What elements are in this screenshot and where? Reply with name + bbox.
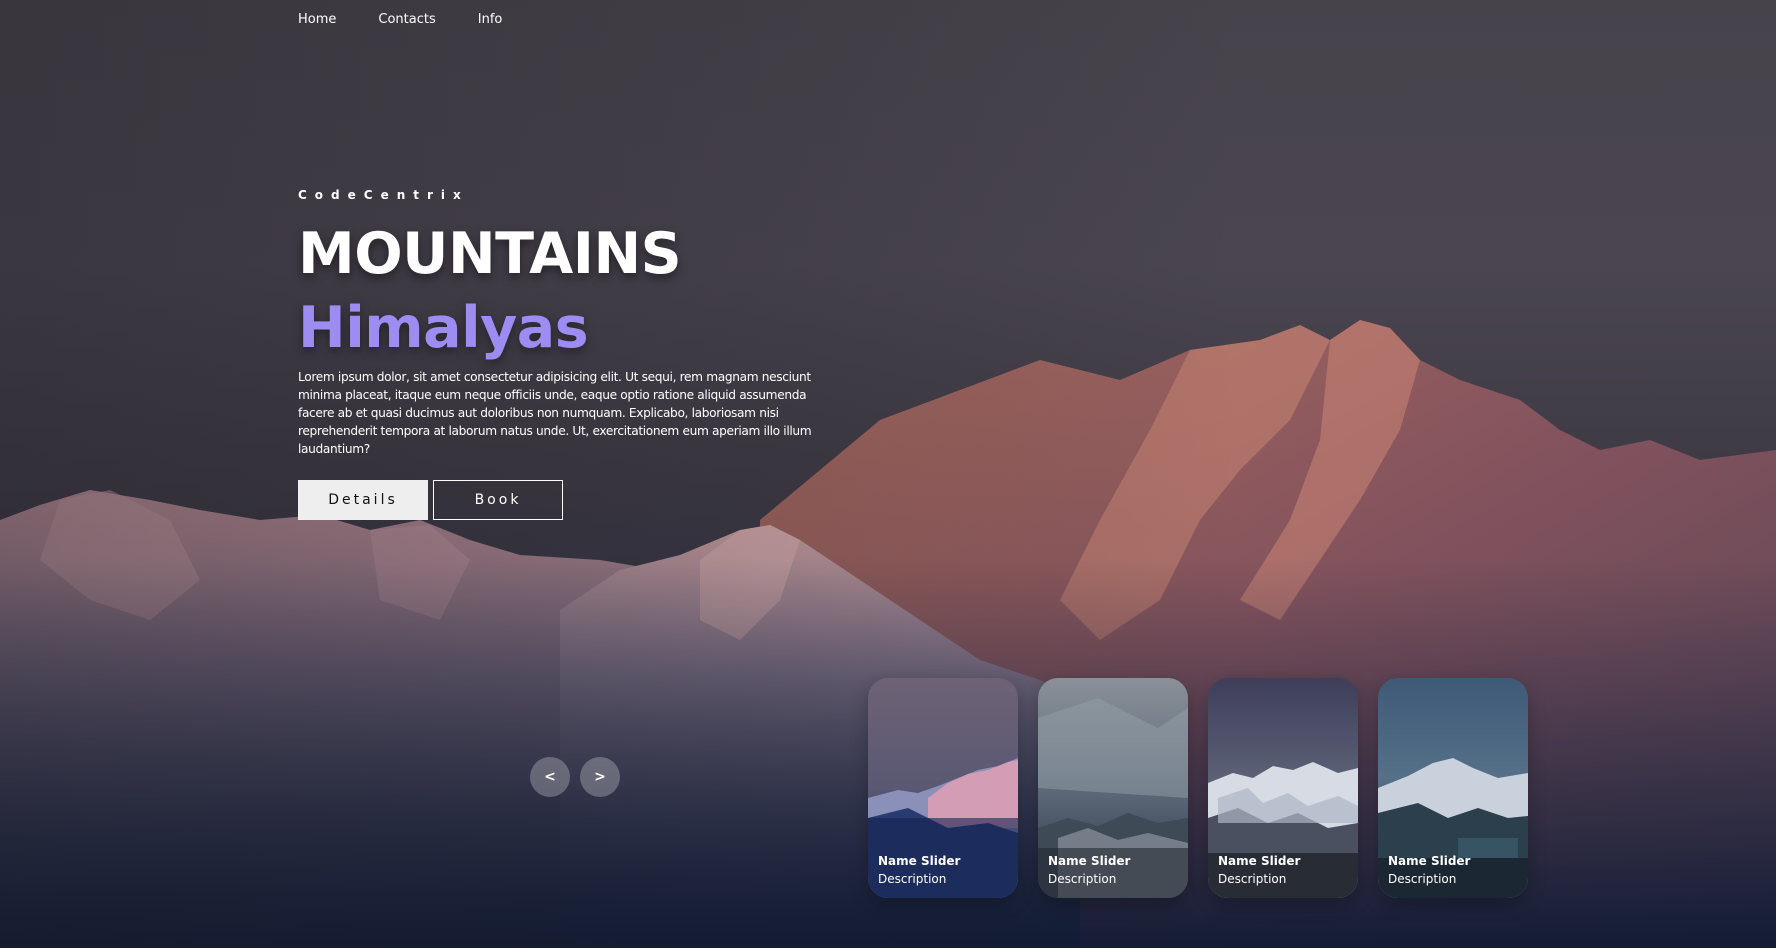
- thumbnail-caption: Name Slider Description: [1048, 853, 1130, 888]
- prev-button[interactable]: <: [530, 757, 570, 797]
- thumbnail-description: Description: [878, 872, 947, 886]
- slider-arrows: < >: [530, 757, 620, 797]
- next-button[interactable]: >: [580, 757, 620, 797]
- thumbnail-description: Description: [1218, 872, 1287, 886]
- thumbnail-caption: Name Slider Description: [1218, 853, 1300, 888]
- chevron-right-icon: >: [594, 769, 606, 785]
- thumbnail-title: Name Slider: [1388, 854, 1471, 868]
- thumbnail-item[interactable]: Name Slider Description: [1378, 678, 1528, 898]
- thumbnail-description: Description: [1048, 872, 1117, 886]
- thumbnail-title: Name Slider: [878, 854, 961, 868]
- thumbnail-item[interactable]: Name Slider Description: [1038, 678, 1188, 898]
- thumbnail-caption: Name Slider Description: [878, 853, 960, 888]
- hero-content: CodeCentrix MOUNTAINS Himalyas Lorem ips…: [298, 188, 838, 520]
- hero-slide: Home Contacts Info CodeCentrix MOUNTAINS…: [0, 0, 1776, 948]
- top-nav: Home Contacts Info: [298, 12, 544, 27]
- book-button[interactable]: Book: [433, 480, 563, 520]
- thumbnail-caption: Name Slider Description: [1388, 853, 1470, 888]
- thumbnail-description: Description: [1388, 872, 1457, 886]
- thumbnail-list: Name Slider Description Name Slider Desc…: [868, 678, 1528, 898]
- details-button[interactable]: Details: [298, 480, 428, 520]
- author-label: CodeCentrix: [298, 188, 469, 202]
- thumbnail-title: Name Slider: [1048, 854, 1131, 868]
- hero-topic: Himalyas: [298, 295, 589, 361]
- chevron-left-icon: <: [544, 769, 556, 785]
- nav-contacts-link[interactable]: Contacts: [378, 12, 435, 27]
- hero-title: MOUNTAINS: [298, 221, 682, 287]
- thumbnail-item[interactable]: Name Slider Description: [1208, 678, 1358, 898]
- thumbnail-item[interactable]: Name Slider Description: [868, 678, 1018, 898]
- hero-description: Lorem ipsum dolor, sit amet consectetur …: [298, 370, 812, 456]
- nav-info-link[interactable]: Info: [478, 12, 503, 27]
- hero-buttons: Details Book: [298, 480, 838, 520]
- nav-home-link[interactable]: Home: [298, 12, 336, 27]
- thumbnail-title: Name Slider: [1218, 854, 1301, 868]
